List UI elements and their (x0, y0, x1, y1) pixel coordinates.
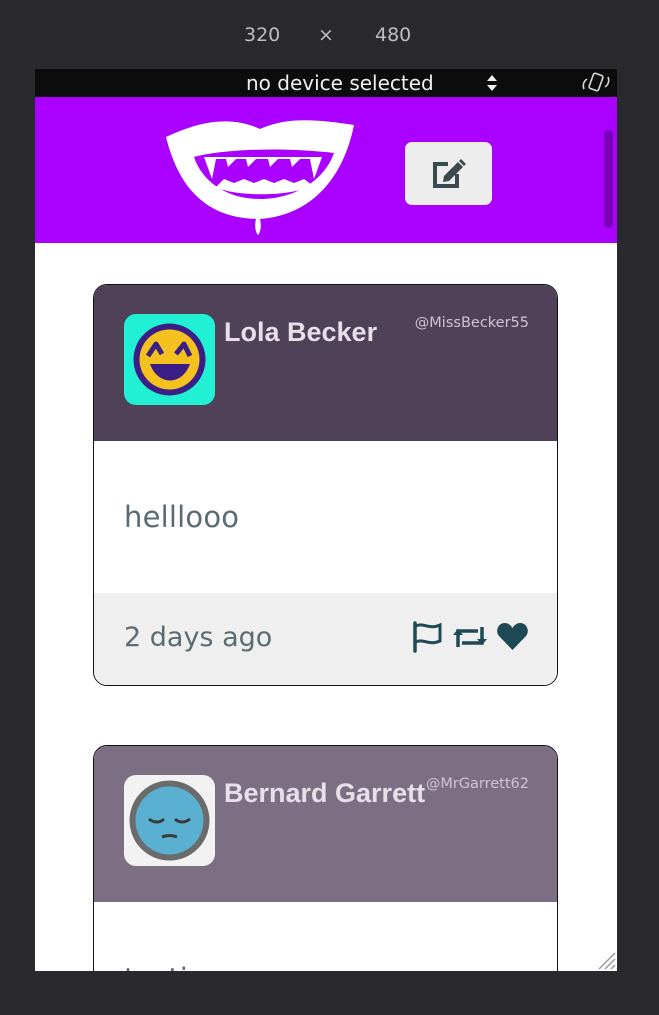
tweet-card: Lola Becker @MissBecker55 helllooo 2 day… (93, 284, 558, 686)
user-handle: @MrGarrett62 (425, 776, 529, 792)
tweet-timestamp: 2 days ago (124, 622, 273, 653)
device-select[interactable]: no device selected (246, 71, 434, 95)
user-handle: @MissBecker55 (414, 315, 529, 331)
tweet-card: Bernard Garrett @MrGarrett62 testing (93, 745, 558, 971)
tweet-header: Lola Becker @MissBecker55 (94, 285, 557, 441)
vampire-mouth-logo[interactable] (164, 115, 356, 235)
device-selector-bar: no device selected (35, 69, 617, 97)
size-separator: × (318, 24, 334, 46)
edit-icon (433, 159, 466, 188)
flag-icon[interactable] (411, 621, 443, 653)
tweet-text: testing (124, 962, 225, 971)
rotate-device-icon[interactable] (581, 71, 611, 95)
tweet-body: helllooo (94, 441, 557, 593)
device-frame: no device selected Lola Becker @MissBeck… (35, 69, 617, 971)
app-header (35, 97, 617, 243)
avatar[interactable] (124, 775, 215, 866)
tweet-header: Bernard Garrett @MrGarrett62 (94, 746, 557, 902)
user-name: Lola Becker (224, 317, 378, 347)
retweet-icon[interactable] (452, 621, 488, 653)
heart-icon[interactable] (496, 621, 529, 653)
tweet-text: helllooo (124, 500, 240, 534)
viewport-width[interactable]: 320 (244, 24, 280, 46)
viewport-size-readout: 320 × 480 (0, 24, 659, 48)
viewport-height[interactable]: 480 (375, 24, 411, 46)
scrollbar-thumb[interactable] (604, 130, 613, 228)
user-name: Bernard Garrett (224, 778, 426, 808)
resize-handle-icon[interactable] (595, 949, 617, 971)
select-arrows-icon[interactable] (486, 74, 498, 92)
tweet-footer: 2 days ago (94, 593, 557, 685)
tweet-actions (411, 621, 529, 653)
compose-button[interactable] (405, 142, 492, 205)
avatar[interactable] (124, 314, 215, 405)
